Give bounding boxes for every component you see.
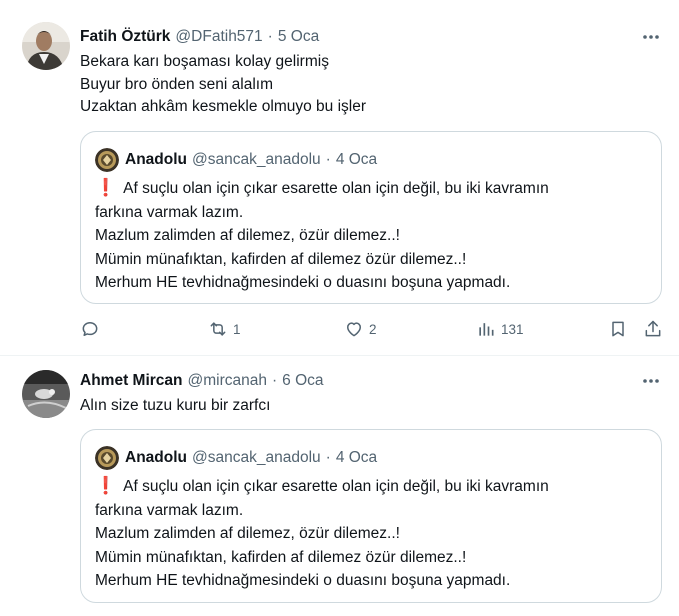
quoted-text-fragment: Af suçlu olan için çıkar esarette olan i… [123, 180, 549, 197]
quoted-tweet-date: 4 Oca [335, 449, 378, 466]
quoted-tweet-text: ❗ Af suçlu olan için çıkar esarette olan … [95, 176, 549, 295]
tweet-text-line: Buyur bro önden seni alalım [80, 75, 274, 93]
views-icon [476, 319, 496, 339]
quoted-text-line: Merhum HE tevhidnağmesindeki o duasını b… [95, 274, 511, 291]
quoted-text-line: ❗ Af suçlu olan için çıkar esarette olan … [95, 176, 549, 201]
tweet-date[interactable]: 6 Oca [282, 372, 323, 390]
tweet-header: Fatih Öztürk @DFatih571 · 5 Oca [80, 27, 319, 47]
action-bar: 1 2 131 [80, 316, 664, 342]
tweet[interactable]: Ahmet Mircan @mircanah · 6 Oca Alın size… [0, 356, 679, 616]
tweet-text-line: Bekara karı boşaması kolay gelirmiş [80, 53, 329, 70]
author-name[interactable]: Fatih Öztürk [80, 28, 170, 46]
quoted-tweet-header: Anadolu @sancak_anadolu · 4 Oca [95, 446, 377, 470]
exclamation-emoji: ❗ [95, 476, 117, 495]
tweet-header: Ahmet Mircan @mircanah · 6 Oca [80, 371, 324, 391]
reply-icon [80, 319, 100, 339]
quoted-text-line: farkına varmak lazım. [95, 501, 244, 519]
quoted-text-fragment: Af suçlu olan için çıkar esarette olan i… [123, 478, 549, 495]
like-button[interactable]: 2 [344, 316, 377, 342]
quoted-tweet-text: ❗ Af suçlu olan için çıkar esarette olan … [95, 474, 549, 593]
avatar[interactable] [22, 22, 70, 70]
separator-dot: · [325, 449, 331, 466]
share-icon [643, 319, 663, 339]
bookmark-icon [608, 319, 628, 339]
tweet-date[interactable]: 5 Oca [278, 28, 319, 46]
tweet-text-line: Alın size tuzu kuru bir zarfcı [80, 397, 271, 414]
share-button[interactable] [643, 316, 663, 342]
tweet-text: Alın size tuzu kuru bir zarfcı [80, 395, 270, 418]
more-dots-icon[interactable] [641, 371, 661, 391]
more-dots-icon[interactable] [641, 27, 661, 47]
quoted-author-handle: @sancak_anadolu [192, 449, 321, 466]
retweet-button[interactable]: 1 [208, 316, 241, 342]
quoted-tweet[interactable]: Anadolu @sancak_anadolu · 4 Oca ❗ Af suçl… [80, 429, 662, 603]
tweet[interactable]: Fatih Öztürk @DFatih571 · 5 Oca Bekara k… [0, 0, 679, 356]
reply-button[interactable] [80, 316, 100, 342]
separator-dot: · [267, 28, 273, 45]
quoted-text-line: Mümin münafıktan, kafirden af dilemez öz… [95, 548, 467, 566]
author-name[interactable]: Ahmet Mircan [80, 372, 183, 390]
tweet-text-line: Uzaktan ahkâm kesmekle olmuyo bu işler [80, 98, 367, 115]
author-handle[interactable]: @mircanah [188, 372, 267, 390]
quoted-avatar [95, 148, 119, 172]
quoted-author-name: Anadolu [125, 449, 187, 466]
quoted-avatar [95, 446, 119, 470]
quoted-text-line: ❗ Af suçlu olan için çıkar esarette olan … [95, 474, 549, 499]
views-count: 131 [501, 321, 524, 337]
quoted-text-line: Mazlum zalimden af dilemez, özür dilemez… [95, 227, 400, 244]
separator-dot: · [271, 372, 278, 389]
tweet-text: Bekara karı boşaması kolay gelirmiş Buyu… [80, 51, 366, 119]
quoted-tweet-date: 4 Oca [335, 151, 378, 168]
bookmark-button[interactable] [608, 316, 628, 342]
quoted-text-line: Mazlum zalimden af dilemez, özür dilemez… [95, 525, 400, 542]
exclamation-emoji: ❗ [95, 178, 117, 197]
views-button[interactable]: 131 [476, 316, 524, 342]
avatar[interactable] [22, 370, 70, 418]
quoted-tweet-header: Anadolu @sancak_anadolu · 4 Oca [95, 148, 377, 172]
quoted-tweet[interactable]: Anadolu @sancak_anadolu · 4 Oca ❗ Af suçl… [80, 131, 662, 304]
quoted-text-line: Merhum HE tevhidnağmesindeki o duasını b… [95, 572, 511, 589]
like-count: 2 [369, 321, 377, 337]
quoted-author-handle: @sancak_anadolu [192, 151, 321, 168]
retweet-count: 1 [233, 321, 241, 337]
quoted-text-line: farkına varmak lazım. [95, 203, 244, 221]
quoted-author-name: Anadolu [125, 151, 187, 168]
separator-dot: · [325, 151, 331, 168]
quoted-text-line: Mümin münafıktan, kafirden af dilemez öz… [95, 250, 467, 268]
heart-icon [344, 319, 364, 339]
retweet-icon [208, 319, 228, 339]
author-handle[interactable]: @DFatih571 [175, 28, 262, 46]
